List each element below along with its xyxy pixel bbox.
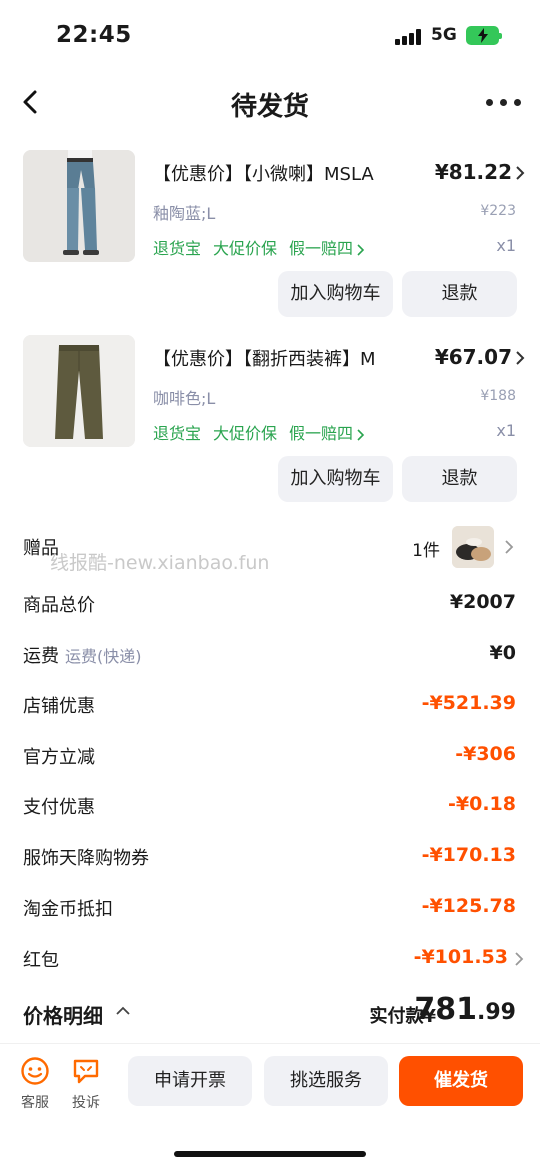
row-value: -¥125.78 [421, 895, 516, 917]
item-price: ¥67.07 [434, 345, 512, 369]
complaint-button[interactable]: 投诉 [68, 1056, 104, 1112]
gift-count: 1件 [412, 541, 440, 561]
network-type: 5G [431, 25, 457, 45]
tag-fake-compensation: 假一赔四 [289, 424, 354, 443]
chevron-right-icon[interactable] [514, 166, 526, 180]
item-sku: 釉陶蓝;L [153, 204, 216, 223]
row-value: -¥0.18 [448, 793, 516, 815]
tag-fake-compensation: 假一赔四 [289, 239, 354, 258]
tag-return-insurance: 退货宝 [153, 424, 202, 443]
item-title[interactable]: 【优惠价】【翻折西装裤】M [153, 345, 423, 371]
price-row-payment-discount: 支付优惠 -¥0.18 [0, 781, 540, 831]
chevron-right-icon [515, 952, 524, 966]
customer-service-button[interactable]: 客服 [17, 1056, 53, 1112]
status-bar: 22:45 5G [0, 0, 540, 72]
item-sku: 咖啡色;L [153, 389, 216, 408]
price-row-coupon: 服饰天降购物券 -¥170.13 [0, 832, 540, 882]
shipping-method: 运费(快递) [65, 647, 142, 666]
complaint-icon [73, 1059, 99, 1084]
add-to-cart-button[interactable]: 加入购物车 [278, 456, 393, 502]
chevron-right-icon[interactable] [514, 351, 526, 365]
order-item[interactable]: 【优惠价】【小微喇】MSLA ¥81.22 釉陶蓝;L ¥223 退货宝 大促价保… [0, 150, 540, 320]
page-title: 待发货 [230, 92, 309, 122]
actual-payment-amount: 781.99 [414, 992, 516, 1027]
urge-shipping-button[interactable]: 催发货 [399, 1056, 523, 1106]
nav-bar: 待发货 [0, 80, 540, 128]
pay-decimal: .99 [477, 1000, 516, 1025]
row-label: 红包 [23, 950, 59, 971]
row-value: -¥521.39 [421, 692, 516, 714]
refund-button[interactable]: 退款 [402, 271, 517, 317]
row-label-text: 运费 [23, 646, 59, 667]
chevron-right-icon [357, 428, 365, 441]
gift-image[interactable] [452, 526, 494, 568]
bottom-action-bar: 客服 投诉 申请开票 挑选服务 催发货 [0, 1043, 540, 1168]
row-value: -¥306 [455, 743, 516, 765]
item-title[interactable]: 【优惠价】【小微喇】MSLA [153, 160, 423, 186]
price-row-shop-discount: 店铺优惠 -¥521.39 [0, 680, 540, 730]
row-label: 官方立减 [23, 747, 95, 768]
signal-icon [395, 29, 423, 45]
product-image[interactable] [23, 150, 135, 262]
row-value: ¥2007 [449, 591, 516, 613]
select-service-button[interactable]: 挑选服务 [264, 1056, 388, 1106]
price-row-official-reduction: 官方立减 -¥306 [0, 731, 540, 781]
row-label: 店铺优惠 [23, 696, 95, 717]
invoice-button[interactable]: 申请开票 [128, 1056, 252, 1106]
chevron-up-icon[interactable] [116, 1006, 130, 1016]
row-label: 淘金币抵扣 [23, 899, 113, 920]
price-row-red-packet[interactable]: 红包 -¥101.53 [0, 934, 540, 984]
row-value: -¥170.13 [421, 844, 516, 866]
price-row-coins: 淘金币抵扣 -¥125.78 [0, 883, 540, 933]
row-label: 商品总价 [23, 595, 95, 616]
customer-service-icon [21, 1057, 49, 1085]
item-tags[interactable]: 退货宝 大促价保 假一赔四 [153, 420, 365, 444]
pay-integer: 781 [414, 992, 478, 1027]
item-quantity: x1 [496, 421, 516, 440]
status-time: 22:45 [56, 22, 132, 48]
price-detail-toggle[interactable]: 价格明细 [23, 1000, 103, 1029]
item-price: ¥81.22 [434, 160, 512, 184]
chevron-right-icon [505, 540, 514, 554]
row-value: ¥0 [489, 642, 516, 664]
tag-return-insurance: 退货宝 [153, 239, 202, 258]
more-icon[interactable] [486, 90, 522, 114]
item-quantity: x1 [496, 236, 516, 255]
tag-price-protect: 大促价保 [213, 424, 278, 443]
item-original-price: ¥223 [480, 203, 516, 219]
home-indicator [174, 1151, 366, 1157]
battery-icon [466, 26, 502, 45]
refund-button[interactable]: 退款 [402, 456, 517, 502]
order-item[interactable]: 【优惠价】【翻折西装裤】M ¥67.07 咖啡色;L ¥188 退货宝 大促价保假… [0, 335, 540, 505]
price-row-total: 商品总价 ¥2007 [0, 579, 540, 629]
row-label: 支付优惠 [23, 797, 95, 818]
price-row-shipping: 运费 运费(快递) ¥0 [0, 630, 540, 680]
product-image[interactable] [23, 335, 135, 447]
chevron-right-icon [357, 243, 365, 256]
item-original-price: ¥188 [480, 388, 516, 404]
price-summary: 价格明细 实付款¥ 781.99 [0, 992, 540, 1036]
watermark: 线报酷-new.xianbao.fun [50, 552, 270, 574]
row-value: -¥101.53 [413, 946, 508, 968]
add-to-cart-button[interactable]: 加入购物车 [278, 271, 393, 317]
complaint-label: 投诉 [72, 1095, 100, 1111]
item-tags[interactable]: 退货宝 大促价保 假一赔四 [153, 235, 365, 259]
customer-service-label: 客服 [21, 1095, 49, 1111]
tag-price-protect: 大促价保 [213, 239, 278, 258]
row-label: 服饰天降购物券 [23, 848, 149, 869]
row-label: 运费 运费(快递) [23, 642, 142, 668]
